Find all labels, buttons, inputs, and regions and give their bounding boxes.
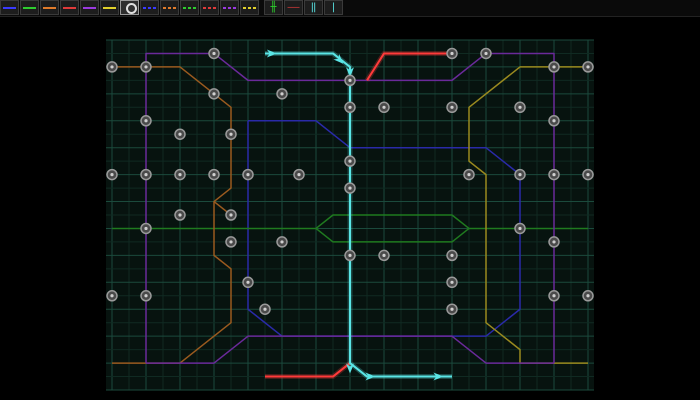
station-node-center — [280, 92, 284, 96]
station-node-center — [144, 119, 148, 123]
station-node-center — [280, 240, 284, 244]
station-node-center — [518, 105, 522, 109]
station-node-center — [246, 280, 250, 284]
station-node-center — [450, 307, 454, 311]
station-node-center — [246, 173, 250, 177]
station-node-center — [450, 105, 454, 109]
station-node-center — [229, 132, 233, 136]
station-node-center — [450, 253, 454, 257]
station-node-center — [144, 65, 148, 69]
station-node-center — [348, 253, 352, 257]
station-node-center — [586, 294, 590, 298]
rail-map-board[interactable] — [0, 0, 700, 400]
station-node-center — [212, 173, 216, 177]
station-node-center — [348, 159, 352, 163]
station-node-center — [552, 173, 556, 177]
station-node-center — [467, 173, 471, 177]
station-node-center — [552, 294, 556, 298]
station-node-center — [178, 173, 182, 177]
station-node-center — [484, 51, 488, 56]
station-node-center — [348, 105, 352, 109]
station-node-center — [178, 213, 182, 217]
station-node-center — [263, 307, 267, 311]
station-node-center — [229, 213, 233, 217]
station-node-center — [229, 240, 233, 244]
station-node-center — [144, 294, 148, 298]
station-node-center — [586, 173, 590, 177]
station-node-center — [382, 105, 386, 109]
station-node-center — [450, 280, 454, 284]
station-node-center — [212, 51, 216, 56]
station-node-center — [586, 65, 590, 69]
station-node-center — [552, 240, 556, 244]
station-node-center — [144, 226, 148, 231]
station-node-center — [382, 253, 386, 257]
station-node-center — [450, 51, 454, 56]
station-node-center — [552, 65, 556, 69]
station-node-center — [297, 173, 301, 177]
station-node-center — [144, 173, 148, 177]
station-node-center — [518, 173, 522, 177]
station-node-center — [552, 119, 556, 123]
station-node-center — [110, 65, 114, 69]
station-node-center — [518, 226, 522, 231]
station-node-center — [110, 173, 114, 177]
station-node-center — [212, 92, 216, 96]
station-node-center — [110, 294, 114, 298]
station-node-center — [178, 132, 182, 136]
station-node-center — [348, 186, 352, 190]
station-node-center — [348, 78, 352, 82]
